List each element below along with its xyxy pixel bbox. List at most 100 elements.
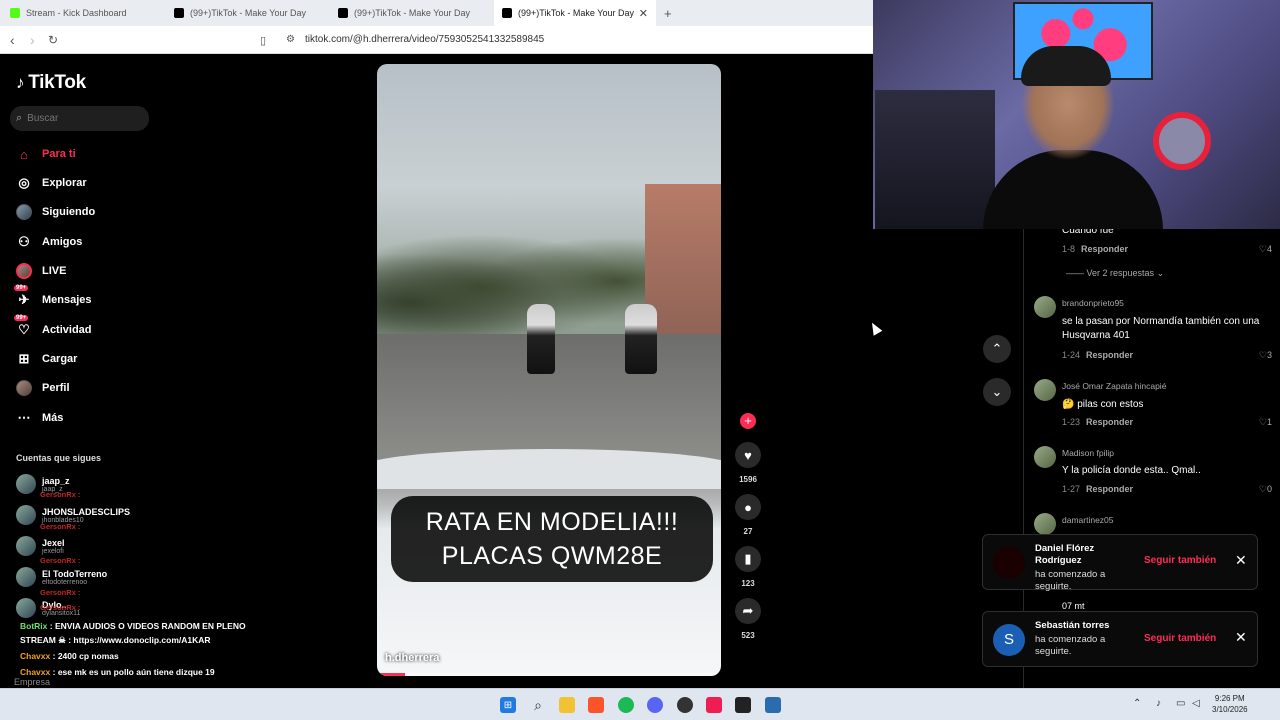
comment-author[interactable]: Madison fpilip (1062, 448, 1114, 458)
following-item[interactable]: El TodoTerreno eltodoterrenoo (16, 567, 107, 587)
share-button[interactable]: ➦ 523 (733, 598, 763, 640)
back-icon[interactable]: ‹ (10, 32, 15, 48)
microphone-icon[interactable]: ♪ (1156, 698, 1161, 709)
compass-icon: ◎ (18, 175, 30, 190)
comment-like-button[interactable]: ♡3 (1259, 350, 1272, 361)
chat-user: BotRix (20, 621, 48, 631)
nav-label: Explorar (42, 177, 87, 189)
tiktok-logo[interactable]: ♪ TikTok (16, 72, 86, 94)
comment-like-button[interactable]: ♡4 (1259, 244, 1272, 255)
comment-author[interactable]: brandonprieto95 (1062, 298, 1124, 308)
previous-video-button[interactable]: ⌃ (983, 335, 1011, 363)
reply-button[interactable]: Responder (1086, 484, 1133, 494)
search-input[interactable] (27, 113, 128, 124)
nav-live[interactable]: LIVE (16, 260, 66, 282)
site-info-icon[interactable]: ⚙ (286, 34, 295, 45)
comment-like-count: 3 (1266, 350, 1272, 360)
comment-author[interactable]: José Omar Zapata hincapié (1062, 381, 1166, 391)
network-icon[interactable]: ▭ (1176, 698, 1185, 709)
follow-back-button[interactable]: Seguir también (1144, 633, 1216, 644)
tab-label: (99+)TikTok - Make Your Day (354, 8, 470, 18)
follow-back-button[interactable]: Seguir también (1144, 555, 1216, 566)
reply-button[interactable]: Responder (1086, 417, 1133, 427)
nav-mensajes[interactable]: ✈ 99+ Mensajes (14, 285, 92, 311)
nav-label: Para ti (42, 148, 76, 160)
follow-notification: S Sebastián torres ha comenzado a seguir… (982, 611, 1258, 667)
nav-label: Amigos (42, 236, 83, 248)
following-name: Jexel (42, 537, 65, 548)
save-button[interactable]: ▮ 123 (733, 546, 763, 588)
search-icon[interactable]: ⌕ (530, 697, 546, 713)
next-video-button[interactable]: ⌄ (983, 378, 1011, 406)
video-author[interactable]: h.dherrera (385, 652, 439, 664)
nav-actividad[interactable]: ♡ 99+ Actividad (14, 315, 92, 341)
comment-text: Y la policía donde esta.. Qmal.. (1062, 465, 1201, 476)
nav-para-ti[interactable]: ⌂ Para ti (16, 143, 76, 165)
nav-label: Cargar (42, 353, 78, 365)
comment-like-button[interactable]: ♡1 (1259, 417, 1272, 428)
file-explorer-icon[interactable] (559, 697, 575, 713)
bookmark-icon[interactable]: ▯ (260, 34, 266, 47)
tiktok-app-icon[interactable] (706, 697, 722, 713)
close-tab-icon[interactable]: ✕ (639, 7, 648, 20)
reply-button[interactable]: Responder (1086, 350, 1133, 360)
comment-author[interactable]: damartinez05 (1062, 515, 1114, 525)
video-player[interactable]: RATA EN MODELIA!!! PLACAS QWM28E h.dherr… (377, 64, 721, 676)
avatar[interactable] (1034, 513, 1056, 535)
chat-text: : ENVIA AUDIOS O VIDEOS RANDOM EN PLENO (49, 621, 246, 631)
browser-tab[interactable]: (99+)TikTok - Make Your Day (338, 0, 498, 26)
avatar[interactable] (1034, 379, 1056, 401)
terminal-icon[interactable] (735, 697, 751, 713)
forward-icon[interactable]: › (30, 32, 35, 48)
chat-user: Chavxx (20, 667, 51, 677)
close-icon[interactable]: ✕ (1235, 552, 1247, 569)
avatar[interactable] (993, 547, 1025, 579)
browser-tab[interactable]: Stream - Kick Dashboard (10, 0, 170, 26)
volume-icon[interactable]: ◁ (1192, 698, 1200, 709)
discord-icon[interactable] (647, 697, 663, 713)
browser-tab-active[interactable]: (99+)TikTok - Make Your Day ✕ (494, 0, 656, 26)
brave-browser-icon[interactable] (588, 697, 604, 713)
avatar[interactable] (1034, 446, 1056, 468)
tab-label: (99+)TikTok - Make Your Day (190, 8, 306, 18)
vpn-icon[interactable] (765, 697, 781, 713)
tab-label: (99+)TikTok - Make Your Day (518, 8, 634, 18)
windows-taskbar: ⊞ ⌕ ⌃ ♪ ▭ ◁ 9:26 PM 3/10/2026 (0, 688, 1280, 720)
nav-cargar[interactable]: ⊞ Cargar (16, 348, 78, 370)
avatar[interactable] (1034, 296, 1056, 318)
close-icon[interactable]: ✕ (1235, 629, 1247, 646)
follow-plus-button[interactable]: + (740, 413, 756, 429)
chevron-up-icon[interactable]: ⌃ (1133, 698, 1141, 709)
avatar (16, 567, 36, 587)
start-icon[interactable]: ⊞ (500, 697, 516, 713)
reply-button[interactable]: Responder (1081, 244, 1128, 254)
nav-explorar[interactable]: ◎ Explorar (16, 172, 87, 194)
following-item[interactable]: Jexel jexelofi (16, 536, 65, 556)
obs-icon[interactable] (677, 697, 693, 713)
webcam-streamer-hair (1021, 46, 1111, 86)
notification-name[interactable]: Daniel Flórez Rodríguez (1035, 543, 1125, 567)
nav-label: Perfil (42, 382, 70, 394)
footer-empresa[interactable]: Empresa (14, 677, 50, 687)
video-progress-bar[interactable] (377, 673, 721, 676)
search-box[interactable]: ⌕ (10, 106, 149, 131)
following-name: JHONSLADESCLIPS (42, 506, 131, 517)
system-clock[interactable]: 9:26 PM 3/10/2026 (1212, 693, 1248, 715)
like-button[interactable]: ♥ 1596 (733, 442, 763, 484)
nav-amigos[interactable]: ⚇ Amigos (16, 231, 82, 253)
avatar[interactable]: S (993, 624, 1025, 656)
nav-perfil[interactable]: Perfil (16, 377, 70, 399)
friends-icon: ⚇ (18, 234, 30, 249)
nav-siguiendo[interactable]: Siguiendo (16, 201, 95, 223)
address-bar: ‹ › ↻ ▯ ⚙ tiktok.com/@h.dherrera/video/7… (0, 26, 873, 54)
nav-mas[interactable]: ⋯ Más (16, 407, 64, 429)
reload-icon[interactable]: ↻ (48, 33, 58, 47)
new-tab-button[interactable]: + (664, 0, 672, 26)
comment-like-button[interactable]: ♡0 (1259, 484, 1272, 495)
url-field[interactable]: tiktok.com/@h.dherrera/video/75930525413… (305, 34, 544, 45)
comment-button[interactable]: ● 27 (733, 494, 763, 536)
spotify-icon[interactable] (618, 697, 634, 713)
notification-name[interactable]: Sebastián torres (1035, 620, 1125, 632)
browser-tab[interactable]: (99+)TikTok - Make Your Day (174, 0, 334, 26)
view-replies-button[interactable]: —— Ver 2 respuestas ⌄ (1066, 268, 1164, 279)
